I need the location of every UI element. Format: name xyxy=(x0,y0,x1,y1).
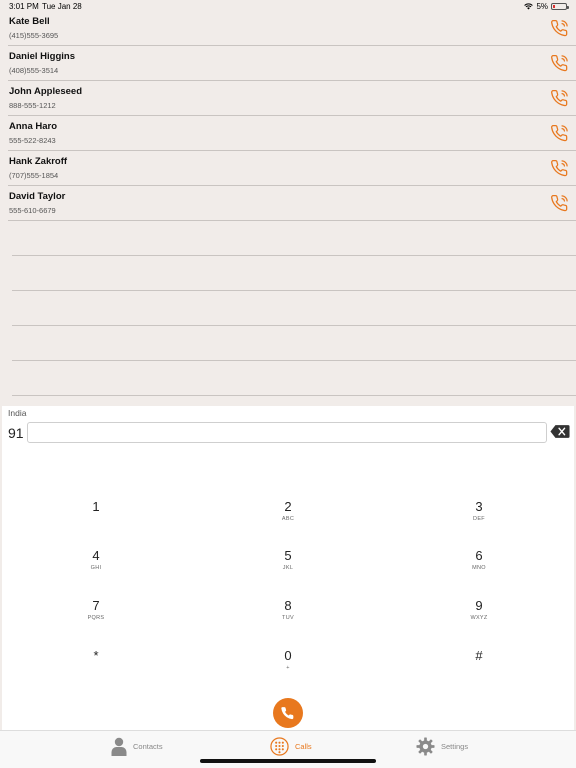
key-9[interactable]: 9 WXYZ xyxy=(449,599,509,639)
contact-row[interactable]: Anna Haro 555-522-8243 xyxy=(0,116,576,151)
key-hash[interactable]: # xyxy=(449,649,509,689)
tab-contacts[interactable]: Contacts xyxy=(111,737,163,756)
key-digit: 1 xyxy=(92,499,100,514)
empty-row xyxy=(0,361,576,396)
tab-label: Settings xyxy=(441,742,469,751)
key-letters: PQRS xyxy=(87,615,105,621)
key-7[interactable]: 7 PQRS xyxy=(66,599,126,639)
phone-ringing-icon[interactable] xyxy=(550,18,570,38)
contact-phone: 555-610-6679 xyxy=(9,206,56,215)
key-digit: * xyxy=(93,648,99,663)
key-4[interactable]: 4 GHI xyxy=(66,549,126,589)
key-6[interactable]: 6 MNO xyxy=(449,549,509,589)
key-5[interactable]: 5 JKL xyxy=(258,549,318,589)
key-letters: + xyxy=(286,665,290,671)
key-digit: 3 xyxy=(475,499,483,514)
key-digit: 9 xyxy=(475,598,483,613)
dialer-panel: India 91 1 2 ABC 3 DEF 4 GHI 5 JKL 6 MNO… xyxy=(2,406,574,730)
home-indicator xyxy=(200,759,376,763)
key-letters: TUV xyxy=(282,615,294,621)
empty-row xyxy=(0,326,576,361)
key-8[interactable]: 8 TUV xyxy=(258,599,318,639)
country-code[interactable]: 91 xyxy=(8,425,24,441)
empty-row xyxy=(0,291,576,326)
key-letters: MNO xyxy=(472,565,486,571)
tab-calls[interactable]: Calls xyxy=(270,737,312,756)
contact-phone: 888-555-1212 xyxy=(9,101,56,110)
battery-icon xyxy=(551,3,569,10)
contact-phone: (707)555-1854 xyxy=(9,171,59,180)
key-star[interactable]: * xyxy=(66,649,126,689)
empty-row xyxy=(0,221,576,256)
key-letters: JKL xyxy=(282,565,294,571)
phone-ringing-icon[interactable] xyxy=(550,123,570,143)
contact-phone: 555-522-8243 xyxy=(9,136,56,145)
status-date: Tue Jan 28 xyxy=(42,2,82,11)
contact-list: Kate Bell (415)555-3695 Daniel Higgins (… xyxy=(0,11,576,396)
contact-row[interactable]: Kate Bell (415)555-3695 xyxy=(0,11,576,46)
key-letters: ABC xyxy=(281,516,295,522)
gear-icon xyxy=(416,737,435,756)
key-digit: 5 xyxy=(284,548,292,563)
contact-name: Daniel Higgins xyxy=(9,51,75,62)
phone-ringing-icon[interactable] xyxy=(550,193,570,213)
contact-row[interactable]: David Taylor 555-610-6679 xyxy=(0,186,576,221)
key-digit: 6 xyxy=(475,548,483,563)
call-button[interactable] xyxy=(273,698,303,728)
status-time: 3:01 PM xyxy=(9,2,39,11)
contact-name: David Taylor xyxy=(9,191,66,202)
contact-name: Anna Haro xyxy=(9,121,58,132)
key-digit: 2 xyxy=(284,499,292,514)
battery-percent: 5% xyxy=(536,2,548,11)
backspace-icon[interactable] xyxy=(550,424,570,439)
contact-row[interactable]: John Appleseed 888-555-1212 xyxy=(0,81,576,116)
phone-number-input[interactable] xyxy=(27,422,547,443)
contact-row[interactable]: Hank Zakroff (707)555-1854 xyxy=(0,151,576,186)
contact-name: Kate Bell xyxy=(9,16,50,27)
keypad-icon xyxy=(270,737,289,756)
contact-phone: (415)555-3695 xyxy=(9,31,59,40)
contact-name: Hank Zakroff xyxy=(9,156,68,167)
contact-name: John Appleseed xyxy=(9,86,83,97)
key-0[interactable]: 0 + xyxy=(258,649,318,689)
country-label[interactable]: India xyxy=(8,408,26,418)
phone-icon xyxy=(281,707,294,720)
key-digit: 0 xyxy=(284,648,292,663)
key-2[interactable]: 2 ABC xyxy=(258,500,318,540)
key-digit: # xyxy=(475,648,483,663)
key-digit: 8 xyxy=(284,598,292,613)
contact-phone: (408)555-3514 xyxy=(9,66,59,75)
key-digit: 4 xyxy=(92,548,100,563)
phone-ringing-icon[interactable] xyxy=(550,88,570,108)
key-digit: 7 xyxy=(92,598,100,613)
tab-label: Contacts xyxy=(133,742,163,751)
key-letters: DEF xyxy=(473,516,485,522)
contact-row[interactable]: Daniel Higgins (408)555-3514 xyxy=(0,46,576,81)
tab-settings[interactable]: Settings xyxy=(416,737,468,756)
status-indicators: 5% xyxy=(524,2,569,11)
key-letters: GHI xyxy=(90,565,102,571)
phone-ringing-icon[interactable] xyxy=(550,53,570,73)
key-1[interactable]: 1 xyxy=(66,500,126,540)
tab-label: Calls xyxy=(295,742,312,751)
key-letters: WXYZ xyxy=(470,615,488,621)
empty-row xyxy=(0,256,576,291)
key-3[interactable]: 3 DEF xyxy=(449,500,509,540)
person-icon xyxy=(111,737,127,756)
wifi-icon xyxy=(524,3,534,10)
phone-ringing-icon[interactable] xyxy=(550,158,570,178)
